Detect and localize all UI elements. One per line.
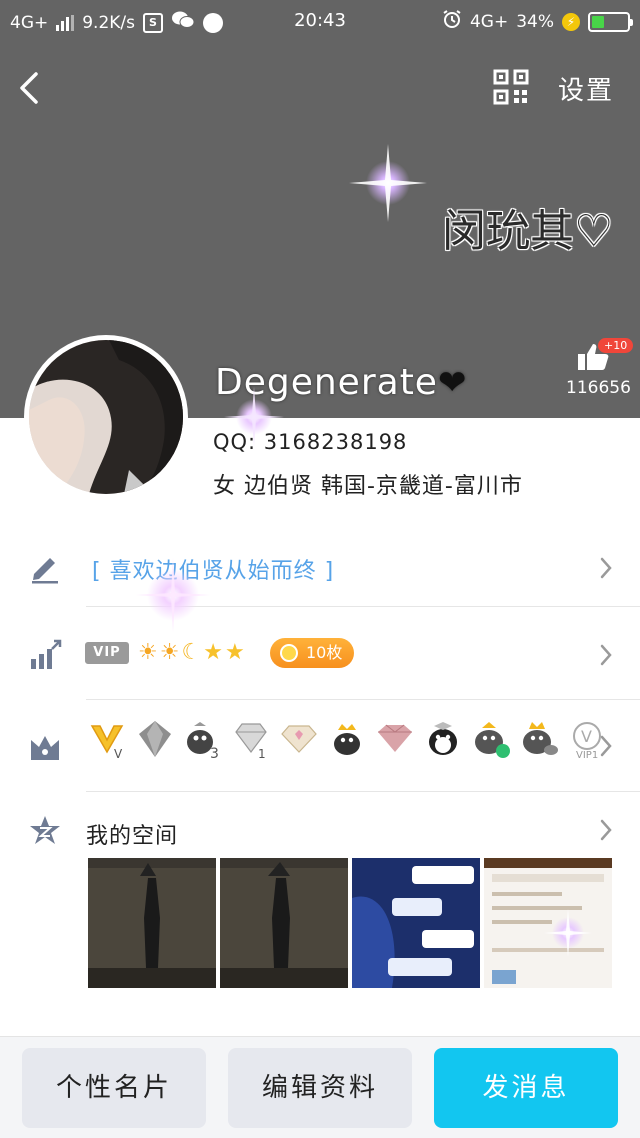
level-chart-icon (31, 639, 62, 669)
penguin-badge-icon (429, 722, 457, 755)
send-message-button[interactable]: 发消息 (434, 1048, 618, 1128)
nickname-art-text: 闵玧其♡ (442, 206, 614, 257)
chevron-right-icon (600, 644, 612, 666)
like-count: 116656 (566, 378, 631, 398)
sun-icon: ☀ (138, 640, 158, 665)
coin-badge[interactable]: 10枚 (270, 638, 355, 668)
vip-1-badge-icon: V VIP1 (573, 722, 601, 760)
silver-diamond-badge-icon: 1 (235, 723, 267, 760)
pink-diamond-badge-icon (281, 725, 317, 753)
vip-badge-icon: V (90, 725, 124, 760)
gold-crown-penguin-badge-icon (523, 722, 558, 755)
qr-code-icon (493, 69, 529, 105)
username-text: Degenerate (215, 362, 438, 403)
qr-code-button[interactable] (493, 69, 529, 105)
coin-icon (280, 644, 298, 662)
gray-gem-badge-icon (139, 721, 171, 757)
crown-penguin-badge-icon (334, 724, 360, 755)
qzone-photo[interactable] (352, 858, 480, 988)
avatar[interactable] (24, 335, 188, 499)
status-right: 4G+ 34% ⚡ (442, 9, 633, 34)
back-button[interactable] (12, 66, 52, 110)
chevron-right-icon (600, 819, 612, 841)
profile-card-button[interactable]: 个性名片 (22, 1048, 206, 1128)
badge-list: V 3 1 V VIP1 (86, 718, 608, 760)
qzone-photo[interactable] (88, 858, 216, 988)
avatar-image (29, 340, 183, 494)
qzone-photo-strip (88, 858, 612, 988)
star-icon: ★ (203, 640, 223, 665)
rose-diamond-badge-icon (378, 724, 412, 752)
svg-text:1: 1 (258, 747, 266, 760)
svg-text:V: V (581, 727, 592, 746)
qq-number: QQ: 3168238198 (213, 430, 408, 454)
battery-icon (588, 11, 633, 32)
profile-info: 女 边伯贤 韩国-京畿道-富川市 (213, 474, 523, 499)
sun-icon: ☀ (159, 640, 180, 665)
penguin-badge-3-icon: 3 (187, 722, 219, 760)
green-penguin-badge-icon (475, 722, 510, 758)
coin-count: 10枚 (306, 643, 343, 662)
status-bar: 4G+ 9.2K/s S 20:43 4G+ 34% ⚡ (0, 0, 640, 44)
svg-text:3: 3 (210, 746, 219, 760)
signature-text: [ 喜欢边伯贤从始而终 ] (92, 559, 335, 584)
star-icon: ★ (224, 640, 245, 665)
username: Degenerate❤ (215, 362, 467, 403)
network-right-label: 4G+ (469, 11, 509, 32)
thumbs-up-icon: +10 (576, 338, 634, 372)
bottom-action-bar: 个性名片 编辑资料 发消息 (0, 1036, 640, 1138)
vip-tag: VIP (85, 642, 129, 664)
battery-percent: 34% (516, 11, 554, 32)
svg-text:VIP1: VIP1 (576, 750, 598, 760)
level-icons: ☀ ☀ ☾ ★ ★ (138, 640, 245, 665)
qzone-photo[interactable] (220, 858, 348, 988)
chevron-right-icon (600, 557, 612, 579)
crown-icon (31, 736, 59, 760)
svg-text:V: V (114, 747, 123, 760)
edit-profile-button[interactable]: 编辑资料 (228, 1048, 412, 1128)
alarm-icon (442, 9, 462, 34)
moon-icon: ☾ (181, 640, 202, 665)
qzone-title: 我的空间 (86, 824, 179, 849)
chevron-left-icon (20, 72, 38, 104)
like-button[interactable]: +10 116656 (566, 338, 634, 398)
charging-icon: ⚡ (562, 12, 580, 31)
edit-pencil-icon (32, 558, 58, 584)
heart-icon: ❤ (437, 363, 468, 403)
like-badge: +10 (598, 338, 634, 353)
settings-button[interactable]: 设置 (558, 70, 614, 107)
sparkle-decoration (349, 144, 427, 222)
qzone-star-icon (30, 816, 60, 844)
qzone-photo[interactable] (484, 858, 612, 988)
